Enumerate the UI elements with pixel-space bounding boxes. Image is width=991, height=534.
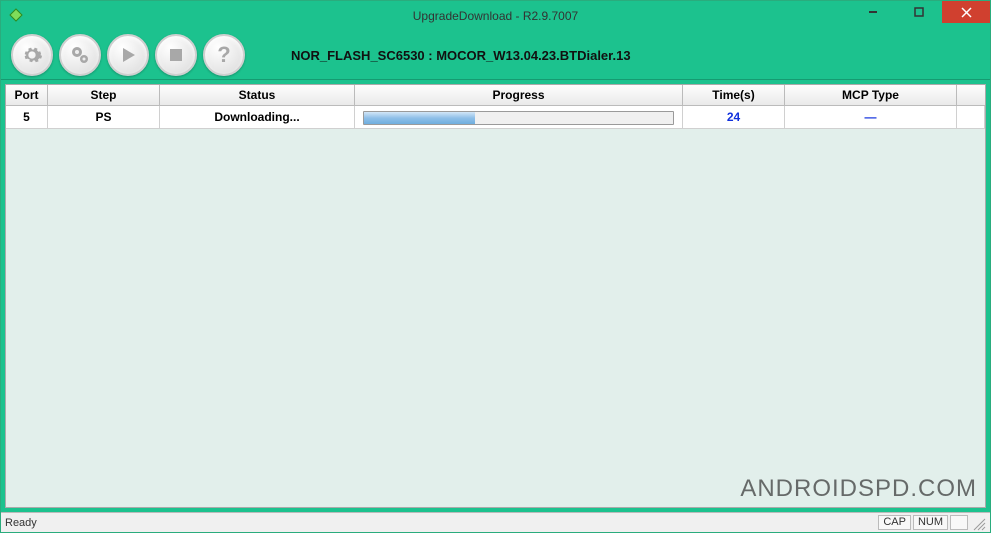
grid-header: Port Step Status Progress Time(s) MCP Ty… [6,85,985,106]
status-empty [950,515,968,530]
col-header-time[interactable]: Time(s) [683,85,785,105]
start-button[interactable] [107,34,149,76]
table-row[interactable]: 5 PS Downloading... 24 — [6,106,985,129]
col-header-status[interactable]: Status [160,85,355,105]
device-grid: Port Step Status Progress Time(s) MCP Ty… [5,84,986,508]
window-title: UpgradeDownload - R2.9.7007 [1,9,990,23]
resize-grip-icon[interactable] [970,515,986,531]
cell-time: 24 [683,106,785,128]
col-header-port[interactable]: Port [6,85,48,105]
watermark: ANDROIDSPD.COM [740,475,977,503]
window-controls [850,1,990,31]
app-icon [1,1,31,31]
col-header-mcp[interactable]: MCP Type [785,85,957,105]
content-area: Port Step Status Progress Time(s) MCP Ty… [1,80,990,512]
settings-button[interactable] [11,34,53,76]
col-header-step[interactable]: Step [48,85,160,105]
settings2-button[interactable] [59,34,101,76]
cell-tail [957,106,985,128]
status-ready: Ready [5,517,37,529]
col-header-progress[interactable]: Progress [355,85,683,105]
title-bar: UpgradeDownload - R2.9.7007 [1,1,990,31]
grid-body: 5 PS Downloading... 24 — ANDROIDSPD.COM [6,106,985,507]
stop-icon [167,46,185,64]
progress-fill [364,112,475,124]
maximize-button[interactable] [896,1,942,23]
status-bar: Ready CAP NUM [1,512,990,532]
gear-icon [21,44,43,66]
stop-button[interactable] [155,34,197,76]
play-icon [118,45,138,65]
cell-mcp: — [785,106,957,128]
cell-port: 5 [6,106,48,128]
col-header-tail [957,85,985,105]
progress-bar [363,111,674,125]
double-gear-icon [68,43,92,67]
question-icon: ? [217,42,230,68]
cell-status: Downloading... [160,106,355,128]
cell-progress [355,106,683,128]
flash-config-label: NOR_FLASH_SC6530 : MOCOR_W13.04.23.BTDia… [291,48,631,63]
minimize-button[interactable] [850,1,896,23]
status-cap: CAP [878,515,911,530]
help-button[interactable]: ? [203,34,245,76]
close-button[interactable] [942,1,990,23]
toolbar: ? NOR_FLASH_SC6530 : MOCOR_W13.04.23.BTD… [1,31,990,80]
status-num: NUM [913,515,948,530]
cell-step: PS [48,106,160,128]
